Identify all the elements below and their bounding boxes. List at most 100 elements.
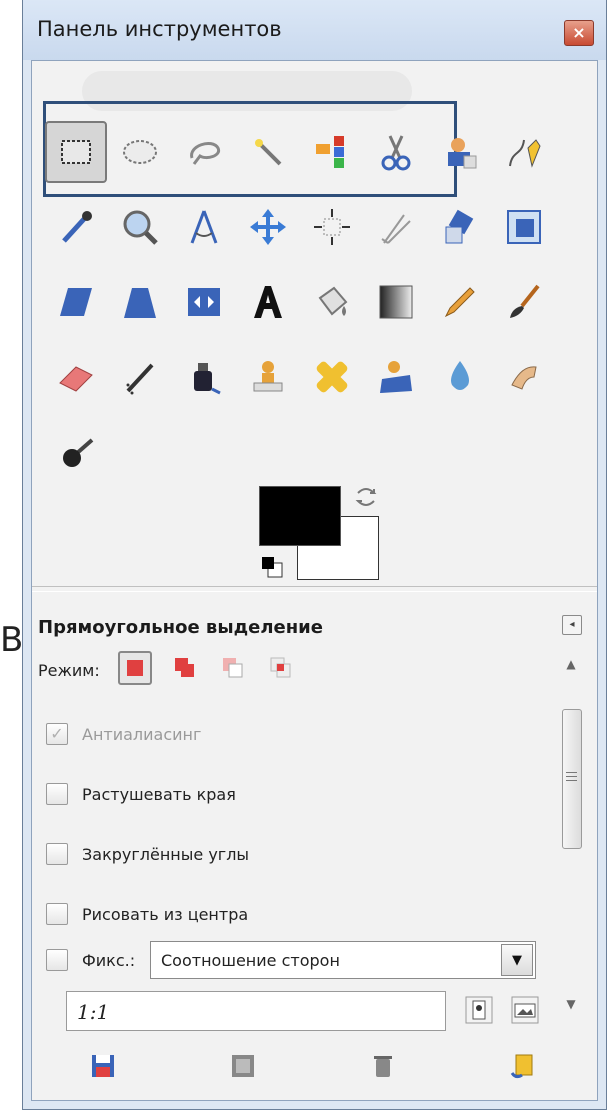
scroll-thumb[interactable] — [562, 709, 582, 849]
eraser-tool[interactable] — [45, 346, 107, 408]
smudge-icon — [511, 366, 537, 390]
ellipse-select-icon — [123, 140, 157, 164]
rounded-corners-label: Закруглённые углы — [82, 844, 250, 864]
zoom-icon — [123, 210, 158, 245]
align-tool[interactable] — [301, 196, 363, 258]
foreground-select-tool[interactable] — [429, 121, 491, 183]
mode-add-icon — [175, 658, 194, 677]
heal-tool[interactable] — [301, 346, 363, 408]
paths-icon — [509, 139, 541, 168]
feather-checkbox[interactable] — [46, 783, 68, 805]
landscape-orientation-icon[interactable] — [510, 995, 540, 1025]
flip-icon — [188, 288, 220, 316]
perspective-icon — [124, 288, 156, 318]
zoom-tool[interactable] — [109, 196, 171, 258]
align-icon — [314, 209, 350, 245]
fixed-checkbox[interactable] — [46, 949, 68, 971]
bucket-fill-icon — [318, 286, 348, 316]
save-options-icon[interactable] — [88, 1051, 118, 1081]
reset-colors-icon[interactable] — [258, 553, 286, 581]
close-button[interactable]: × — [564, 20, 594, 46]
pane-splitter[interactable] — [32, 586, 597, 592]
mode-subtract-icon — [223, 658, 243, 678]
ink-tool[interactable] — [173, 346, 235, 408]
title-bar[interactable]: Панель инструментов × — [23, 0, 606, 60]
paintbrush-tool[interactable] — [493, 271, 555, 333]
clone-tool[interactable] — [237, 346, 299, 408]
foreground-color-swatch[interactable] — [259, 486, 341, 546]
airbrush-tool[interactable] — [109, 346, 171, 408]
fixed-mode-select[interactable]: Соотношение сторон ▼ — [150, 941, 536, 979]
color-picker-tool[interactable] — [45, 196, 107, 258]
aspect-ratio-input[interactable]: 1:1 — [66, 991, 446, 1031]
scroll-down-button[interactable]: ▼ — [558, 991, 584, 1017]
scissors-select-icon — [381, 135, 411, 171]
feather-option[interactable]: Растушевать края — [46, 779, 236, 809]
crop-tool[interactable] — [365, 196, 427, 258]
lasso-tool[interactable] — [173, 121, 235, 183]
move-icon — [250, 209, 286, 245]
measure-tool[interactable] — [173, 196, 235, 258]
dodge-burn-tool[interactable] — [45, 421, 107, 483]
text-tool[interactable] — [237, 271, 299, 333]
fixed-option[interactable]: Фикс.: — [46, 945, 135, 975]
mode-subtract-button[interactable] — [216, 651, 250, 685]
expand-from-center-checkbox[interactable] — [46, 903, 68, 925]
heal-icon — [316, 361, 348, 393]
eraser-icon — [59, 366, 93, 392]
scale-tool[interactable] — [493, 196, 555, 258]
ellipse-select-tool[interactable] — [109, 121, 171, 183]
airbrush-icon — [126, 363, 154, 395]
color-select-tool[interactable] — [301, 121, 363, 183]
antialias-label: Антиалиасинг — [82, 724, 202, 744]
antialias-option[interactable]: ✓ Антиалиасинг — [46, 719, 201, 749]
toolbox-window: Панель инструментов × Прямоугольное выде… — [22, 0, 607, 1110]
bucket-fill-tool[interactable] — [301, 271, 363, 333]
fixed-label: Фикс.: — [82, 950, 136, 970]
paths-tool[interactable] — [493, 121, 555, 183]
restore-options-icon[interactable] — [228, 1051, 258, 1081]
lasso-icon — [190, 142, 221, 165]
blur-sharpen-tool[interactable] — [429, 346, 491, 408]
smudge-tool[interactable] — [493, 346, 555, 408]
scroll-grip-icon — [566, 772, 577, 773]
text-icon — [254, 286, 282, 318]
expand-from-center-option[interactable]: Рисовать из центра — [46, 899, 248, 929]
fixed-mode-value: Соотношение сторон — [161, 951, 340, 970]
blend-icon — [379, 285, 413, 319]
rotate-icon — [445, 209, 474, 244]
rotate-tool[interactable] — [429, 196, 491, 258]
pencil-icon — [444, 287, 475, 318]
ink-icon — [194, 363, 221, 395]
crop-icon — [381, 214, 411, 244]
move-tool[interactable] — [237, 196, 299, 258]
mode-intersect-button[interactable] — [264, 651, 298, 685]
pencil-tool[interactable] — [429, 271, 491, 333]
swap-colors-icon[interactable] — [352, 483, 380, 511]
delete-options-icon[interactable] — [368, 1051, 398, 1081]
rounded-corners-option[interactable]: Закруглённые углы — [46, 839, 249, 869]
mode-add-button[interactable] — [168, 651, 202, 685]
options-scrollbar[interactable]: ▲ ▼ — [558, 651, 584, 1011]
perspective-clone-tool[interactable] — [365, 346, 427, 408]
scissors-select-tool[interactable] — [365, 121, 427, 183]
mode-replace-button[interactable] — [118, 651, 152, 685]
flip-tool[interactable] — [173, 271, 235, 333]
antialias-checkbox[interactable]: ✓ — [46, 723, 68, 745]
portrait-orientation-icon[interactable] — [464, 995, 494, 1025]
perspective-tool[interactable] — [109, 271, 171, 333]
blend-tool[interactable] — [365, 271, 427, 333]
options-menu-button[interactable]: ◂ — [562, 615, 582, 635]
shear-tool[interactable] — [45, 271, 107, 333]
feather-label: Растушевать края — [82, 784, 236, 804]
rounded-corners-checkbox[interactable] — [46, 843, 68, 865]
clone-icon — [253, 361, 283, 392]
reset-options-icon[interactable] — [508, 1051, 538, 1081]
rect-select-tool[interactable] — [45, 121, 107, 183]
shear-icon — [60, 288, 92, 316]
select-arrow-icon[interactable]: ▼ — [501, 944, 533, 976]
scroll-up-button[interactable]: ▲ — [558, 651, 584, 677]
color-picker-icon — [62, 211, 92, 243]
fuzzy-select-tool[interactable] — [237, 121, 299, 183]
expand-from-center-label: Рисовать из центра — [82, 904, 249, 924]
